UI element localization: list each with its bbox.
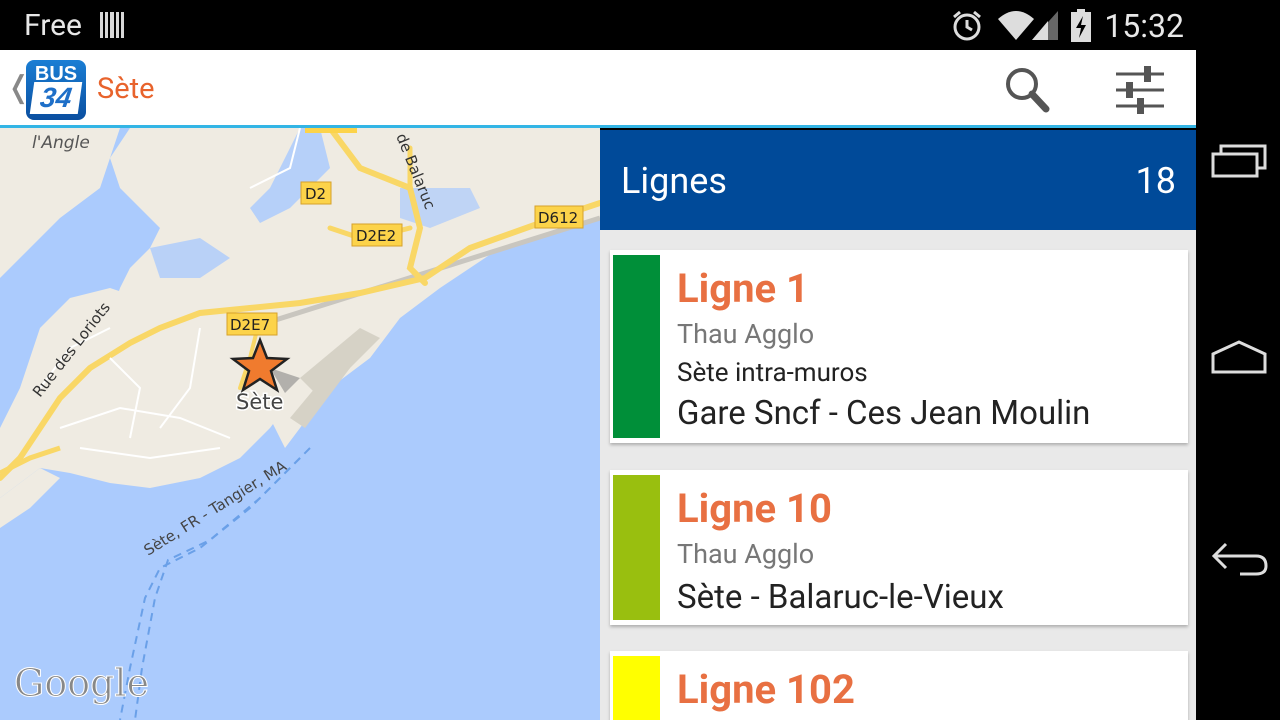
svg-text:D612: D612 [538, 209, 578, 227]
map-canvas[interactable]: D2 D2E2 D612 D2E7 l'Angle de Balaruc Rue… [0, 128, 600, 720]
svg-text:D2E7: D2E7 [230, 316, 270, 334]
road-shield-d612: D612 [534, 205, 584, 229]
cell-signal-icon [1032, 11, 1058, 40]
road-shield-d2e2: D2E2 [351, 223, 403, 247]
map-label-angle: l'Angle [32, 133, 90, 153]
sim-signal-icon [100, 12, 125, 38]
line-name: Ligne 102 [677, 666, 855, 713]
status-bar: Free 15:32 [0, 0, 1196, 50]
svg-text:D2: D2 [305, 185, 326, 203]
lines-title: Lignes [621, 160, 727, 202]
recents-icon[interactable] [1210, 140, 1268, 180]
line-name: Ligne 1 [677, 265, 809, 312]
line-color-bar [613, 656, 660, 720]
line-route: Gare Sncf - Ces Jean Moulin [677, 394, 1091, 433]
lines-panel: Lignes 18 Ligne 1 Thau Agglo Sète intra-… [600, 130, 1196, 720]
settings-button[interactable] [1110, 62, 1170, 118]
google-logo: Google [14, 661, 149, 705]
line-color-bar [613, 475, 660, 620]
line-card[interactable]: Ligne 1 Thau Agglo Sète intra-muros Gare… [610, 250, 1188, 443]
alarm-icon [953, 10, 981, 41]
line-card[interactable]: Ligne 102 [610, 651, 1188, 720]
action-bar: ❬ BUS 34 Sète [0, 50, 1196, 128]
home-icon[interactable] [1210, 338, 1268, 378]
lines-count: 18 [1135, 160, 1176, 202]
road-shield-d2: D2 [300, 181, 332, 205]
line-color-bar [613, 255, 660, 438]
line-network: Thau Agglo [677, 318, 815, 350]
search-icon [1006, 68, 1050, 113]
lines-header: Lignes 18 [600, 130, 1196, 230]
battery-charging-icon [1071, 9, 1091, 42]
settings-sliders-icon [1116, 66, 1164, 114]
line-subtitle: Sète intra-muros [677, 358, 868, 388]
line-route: Sète - Balaruc-le-Vieux [677, 578, 1004, 617]
road-shield-d2e7: D2E7 [226, 312, 278, 336]
page-title[interactable]: Sète [97, 72, 154, 106]
map-view[interactable]: D2 D2E2 D612 D2E7 l'Angle de Balaruc Rue… [0, 128, 600, 720]
line-name: Ligne 10 [677, 485, 832, 532]
logo-number: 34 [29, 82, 83, 114]
line-network: Thau Agglo [677, 538, 815, 570]
navigation-bar [1196, 0, 1280, 720]
back-icon[interactable] [1210, 536, 1270, 578]
carrier-name: Free [24, 8, 82, 43]
map-label-city: Sète [236, 390, 283, 414]
search-button[interactable] [1000, 64, 1056, 116]
line-card[interactable]: Ligne 10 Thau Agglo Sète - Balaruc-le-Vi… [610, 470, 1188, 625]
app-logo[interactable]: BUS 34 [26, 60, 86, 120]
clock: 15:32 [1104, 7, 1184, 45]
svg-text:D2E2: D2E2 [356, 227, 396, 245]
